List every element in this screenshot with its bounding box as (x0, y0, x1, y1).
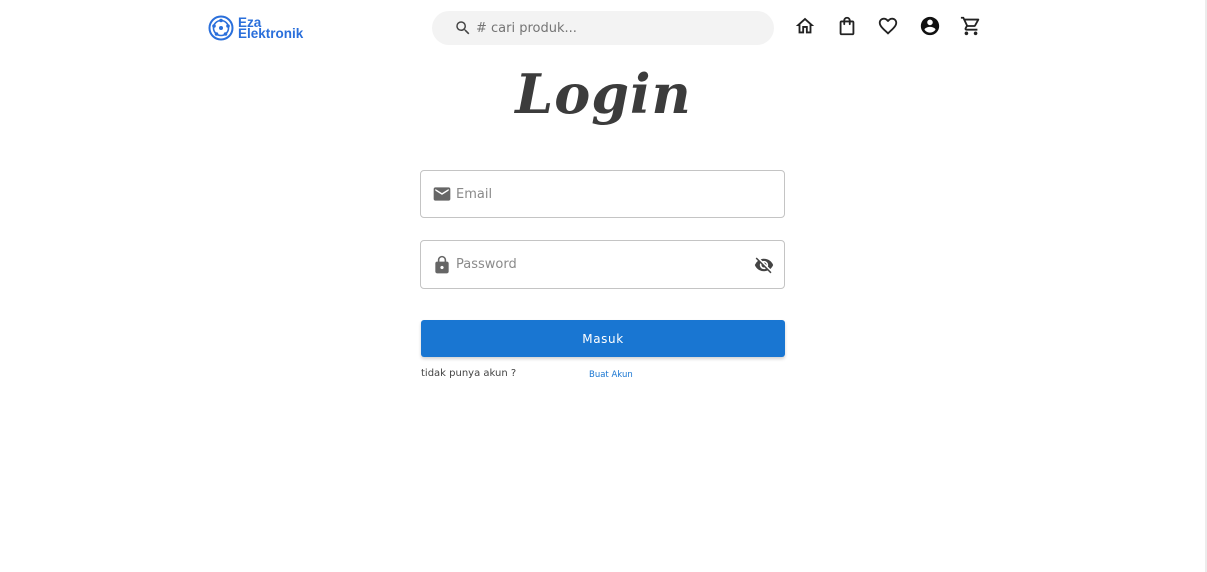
search-bar[interactable] (432, 11, 774, 45)
wishlist-button[interactable] (876, 14, 900, 38)
search-input[interactable] (476, 20, 756, 36)
home-button[interactable] (793, 14, 817, 38)
no-account-text: tidak punya akun ? (421, 368, 517, 379)
shop-button[interactable] (835, 14, 859, 38)
lock-icon (432, 255, 452, 275)
brand-logo[interactable]: Eza Elektronik (208, 15, 303, 41)
brand-name: Eza Elektronik (238, 16, 304, 41)
account-button[interactable] (918, 14, 942, 38)
header-nav (793, 14, 1001, 38)
page-title: Login (515, 62, 692, 126)
account-circle-icon (920, 16, 939, 36)
password-input[interactable] (456, 257, 736, 272)
visibility-off-icon[interactable] (754, 255, 774, 275)
search-icon (456, 21, 470, 35)
logo-icon (208, 15, 234, 41)
login-button[interactable]: Masuk (421, 320, 785, 357)
home-icon (795, 17, 815, 34)
password-field[interactable] (420, 240, 785, 289)
cart-button[interactable] (959, 14, 983, 38)
heart-icon (878, 17, 898, 35)
email-input[interactable] (456, 186, 736, 202)
brand-name-line2: Elektronik (238, 26, 304, 41)
email-field[interactable] (420, 170, 785, 218)
mail-icon (432, 184, 452, 204)
register-link[interactable]: Buat Akun (589, 370, 633, 380)
cart-icon (960, 16, 980, 36)
shopping-bag-icon (839, 16, 854, 36)
